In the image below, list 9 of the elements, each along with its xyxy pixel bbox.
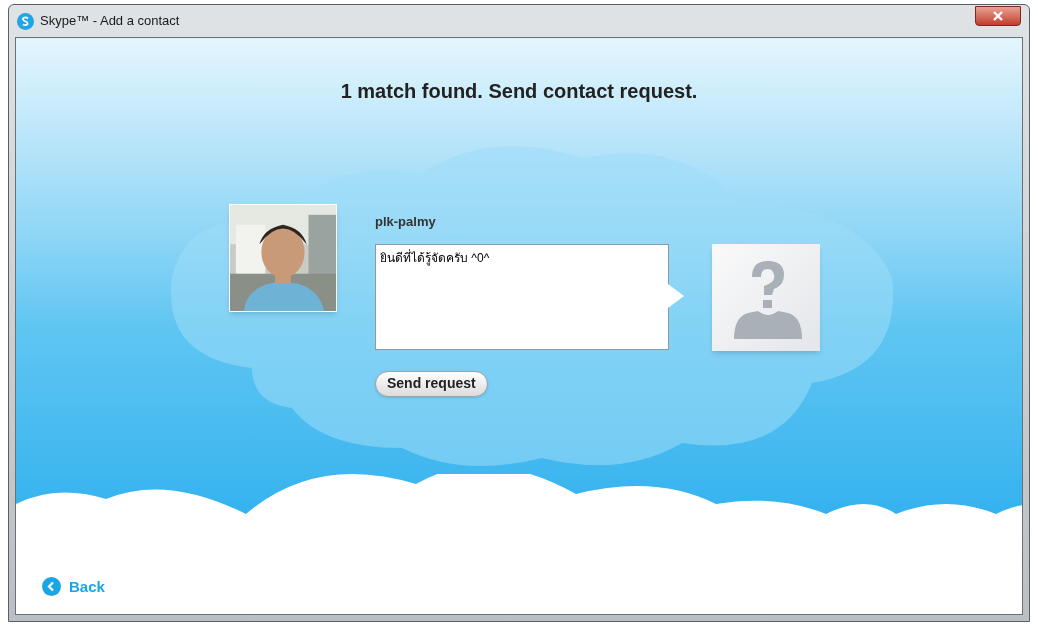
- window-title: Skype™ - Add a contact: [40, 12, 180, 31]
- contact-name: plk-palmy: [375, 213, 437, 231]
- speech-pointer-icon: [668, 283, 684, 308]
- close-icon: [992, 11, 1004, 21]
- heading: 1 match found. Send contact request.: [339, 79, 699, 104]
- message-field[interactable]: ยินดีที่ได้รู้จัดครับ ^0^: [375, 243, 669, 350]
- send-request-button[interactable]: Send request: [375, 370, 488, 397]
- close-button[interactable]: [975, 6, 1021, 26]
- skype-logo-icon: [17, 12, 34, 30]
